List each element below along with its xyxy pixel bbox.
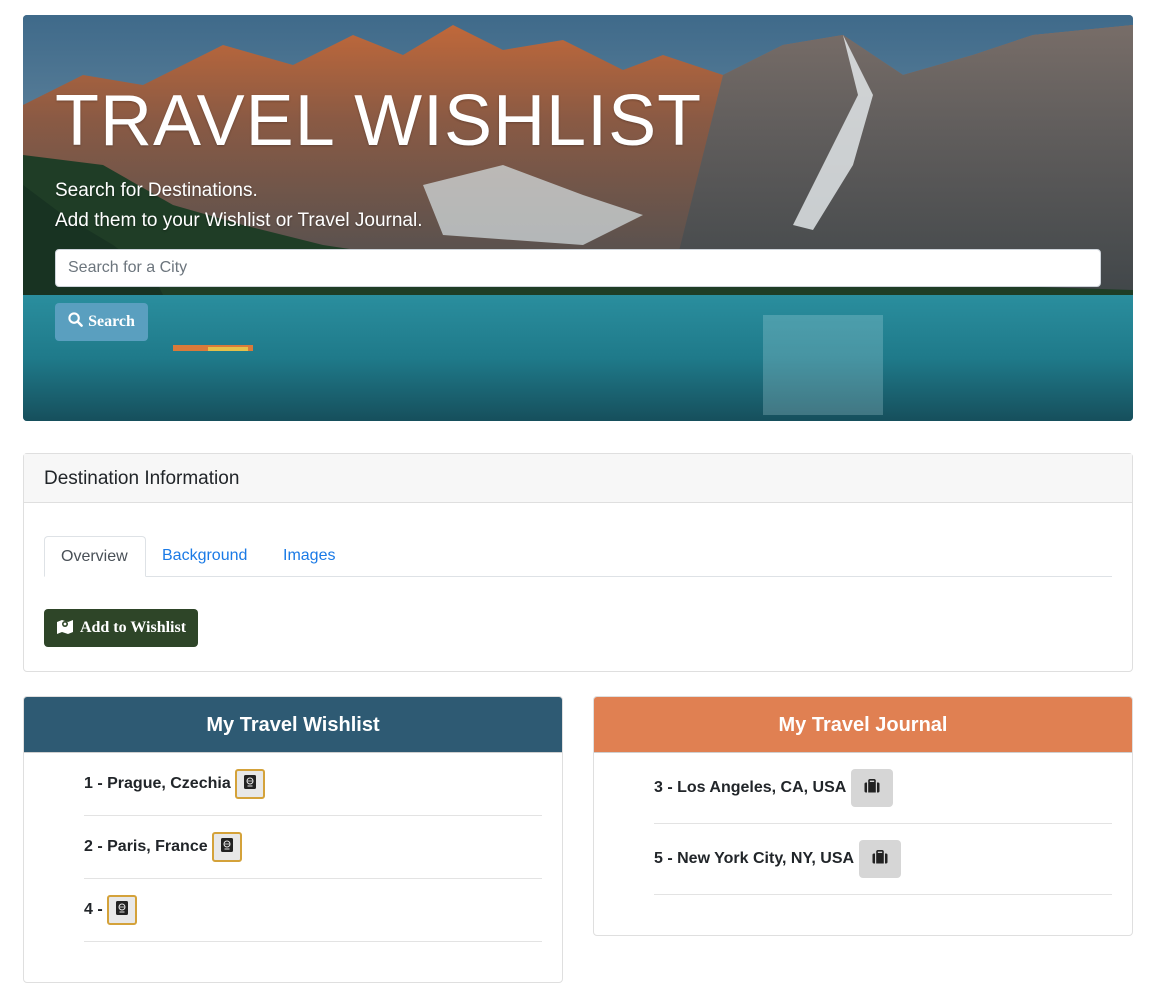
map-marker-icon — [56, 618, 74, 639]
journal-card: My Travel Journal 3 - Los Angeles, CA, U… — [593, 696, 1133, 936]
destination-info-card: Destination Information Overview Backgro… — [23, 453, 1133, 672]
add-to-wishlist-label: Add to Wishlist — [79, 619, 187, 636]
passport-icon — [243, 774, 257, 795]
move-to-journal-button[interactable] — [234, 769, 265, 799]
wishlist-list: 1 - Prague, Czechia 2 - Paris, France 4 … — [84, 753, 542, 942]
hero-subtitle: Search for Destinations. Add them to you… — [55, 176, 422, 236]
tab-overview[interactable]: Overview — [44, 536, 146, 577]
list-item: 5 - New York City, NY, USA — [654, 824, 1112, 895]
move-to-journal-button[interactable] — [211, 832, 242, 862]
suitcase-icon — [864, 778, 880, 798]
journal-list: 3 - Los Angeles, CA, USA 5 - New York Ci… — [654, 753, 1112, 895]
list-item: 1 - Prague, Czechia — [84, 753, 542, 816]
search-icon — [68, 312, 83, 332]
passport-icon — [115, 900, 129, 921]
hero-subtitle-line-2: Add them to your Wishlist or Travel Jour… — [55, 210, 423, 231]
wishlist-card: My Travel Wishlist 1 - Prague, Czechia 2… — [23, 696, 563, 983]
tab-background[interactable]: Background — [146, 536, 263, 577]
search-button-label: Search — [88, 313, 135, 330]
journal-item-label: 3 - Los Angeles, CA, USA — [654, 779, 847, 796]
journal-title: My Travel Journal — [594, 697, 1132, 753]
list-item: 3 - Los Angeles, CA, USA — [654, 753, 1112, 824]
wishlist-title: My Travel Wishlist — [24, 697, 562, 753]
journal-item-button[interactable] — [859, 840, 902, 878]
list-item: 2 - Paris, France — [84, 816, 542, 879]
hero-subtitle-line-1: Search for Destinations. — [55, 180, 258, 201]
journal-item-button[interactable] — [851, 769, 894, 807]
destination-info-header: Destination Information — [24, 454, 1132, 503]
wishlist-item-label: 2 - Paris, France — [84, 838, 208, 855]
hero-banner: TRAVEL WISHLIST Search for Destinations.… — [23, 15, 1133, 421]
search-button[interactable]: Search — [55, 303, 148, 341]
passport-icon — [220, 837, 234, 858]
city-search-input[interactable] — [55, 249, 1101, 287]
move-to-journal-button[interactable] — [106, 895, 137, 925]
page-title: TRAVEL WISHLIST — [55, 81, 703, 161]
journal-item-label: 5 - New York City, NY, USA — [654, 850, 855, 867]
destination-tabs: Overview Background Images — [44, 536, 1112, 577]
suitcase-icon — [872, 849, 888, 869]
wishlist-item-label: 1 - Prague, Czechia — [84, 775, 231, 792]
tab-images[interactable]: Images — [267, 536, 351, 577]
add-to-wishlist-button[interactable]: Add to Wishlist — [44, 609, 198, 647]
wishlist-item-label: 4 - — [84, 901, 103, 918]
list-item: 4 - — [84, 879, 542, 942]
